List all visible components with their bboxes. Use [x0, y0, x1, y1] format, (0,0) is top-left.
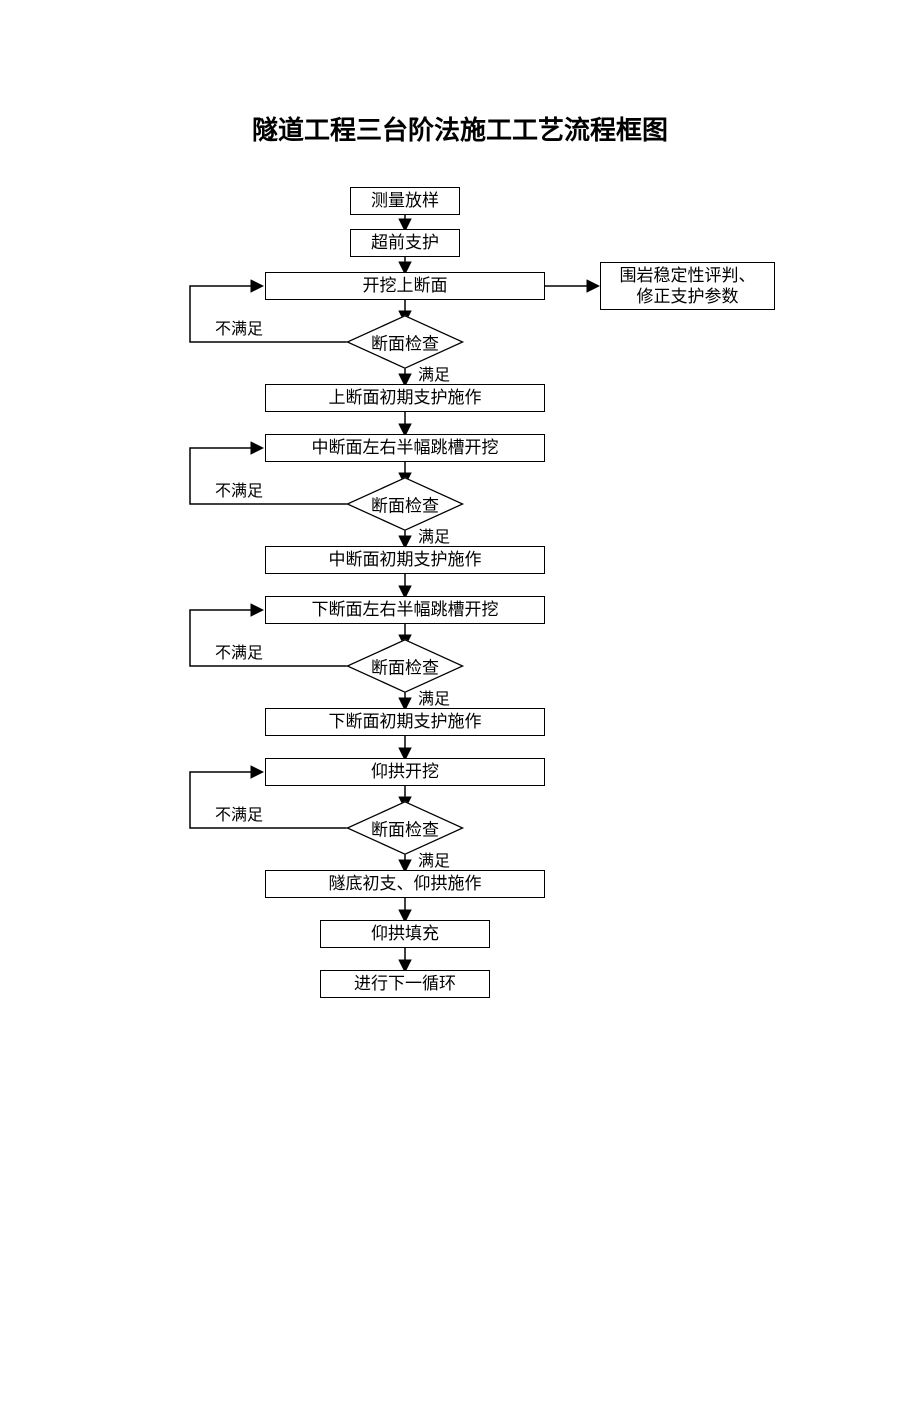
node-label: 下断面左右半幅跳槽开挖 — [312, 599, 499, 620]
label-fail-1: 不满足 — [215, 315, 263, 339]
node-measure-setout: 测量放样 — [350, 187, 460, 215]
node-label: 超前支护 — [371, 232, 439, 253]
node-invert-fill: 仰拱填充 — [320, 920, 490, 948]
label-pass-4: 满足 — [418, 847, 450, 871]
node-label: 上断面初期支护施作 — [329, 387, 482, 408]
label-pass-3: 满足 — [418, 685, 450, 709]
node-excavate-mid: 中断面左右半幅跳槽开挖 — [265, 434, 545, 462]
diamond-label: 断面检查 — [371, 654, 439, 679]
node-label: 围岩稳定性评判、 修正支护参数 — [620, 265, 756, 308]
node-check-1: 断面检查 — [386, 323, 424, 361]
node-upper-support: 上断面初期支护施作 — [265, 384, 545, 412]
node-bottom-invert: 隧底初支、仰拱施作 — [265, 870, 545, 898]
edges-layer — [0, 187, 920, 1087]
node-invert-excavate: 仰拱开挖 — [265, 758, 545, 786]
node-lower-support: 下断面初期支护施作 — [265, 708, 545, 736]
node-label: 隧底初支、仰拱施作 — [329, 873, 482, 894]
node-check-2: 断面检查 — [386, 485, 424, 523]
diamond-label: 断面检查 — [371, 816, 439, 841]
node-label: 中断面初期支护施作 — [329, 549, 482, 570]
label-pass-2: 满足 — [418, 523, 450, 547]
node-excavate-lower: 下断面左右半幅跳槽开挖 — [265, 596, 545, 624]
node-label: 仰拱填充 — [371, 923, 439, 944]
diamond-label: 断面检查 — [371, 330, 439, 355]
node-check-3: 断面检查 — [386, 647, 424, 685]
node-label: 下断面初期支护施作 — [329, 711, 482, 732]
node-next-cycle: 进行下一循环 — [320, 970, 490, 998]
node-rock-eval: 围岩稳定性评判、 修正支护参数 — [600, 262, 775, 310]
node-advance-support: 超前支护 — [350, 229, 460, 257]
label-fail-4: 不满足 — [215, 801, 263, 825]
page-title: 隧道工程三台阶法施工工艺流程框图 — [0, 110, 920, 147]
node-label: 仰拱开挖 — [371, 761, 439, 782]
node-mid-support: 中断面初期支护施作 — [265, 546, 545, 574]
flowchart-container: 测量放样 超前支护 开挖上断面 围岩稳定性评判、 修正支护参数 断面检查 上断面… — [0, 187, 920, 1087]
node-label: 开挖上断面 — [363, 275, 448, 296]
label-fail-3: 不满足 — [215, 639, 263, 663]
node-excavate-upper: 开挖上断面 — [265, 272, 545, 300]
label-pass-1: 满足 — [418, 361, 450, 385]
diamond-label: 断面检查 — [371, 492, 439, 517]
label-fail-2: 不满足 — [215, 477, 263, 501]
node-label: 测量放样 — [371, 190, 439, 211]
node-label: 中断面左右半幅跳槽开挖 — [312, 437, 499, 458]
node-check-4: 断面检查 — [386, 809, 424, 847]
node-label: 进行下一循环 — [354, 973, 456, 994]
